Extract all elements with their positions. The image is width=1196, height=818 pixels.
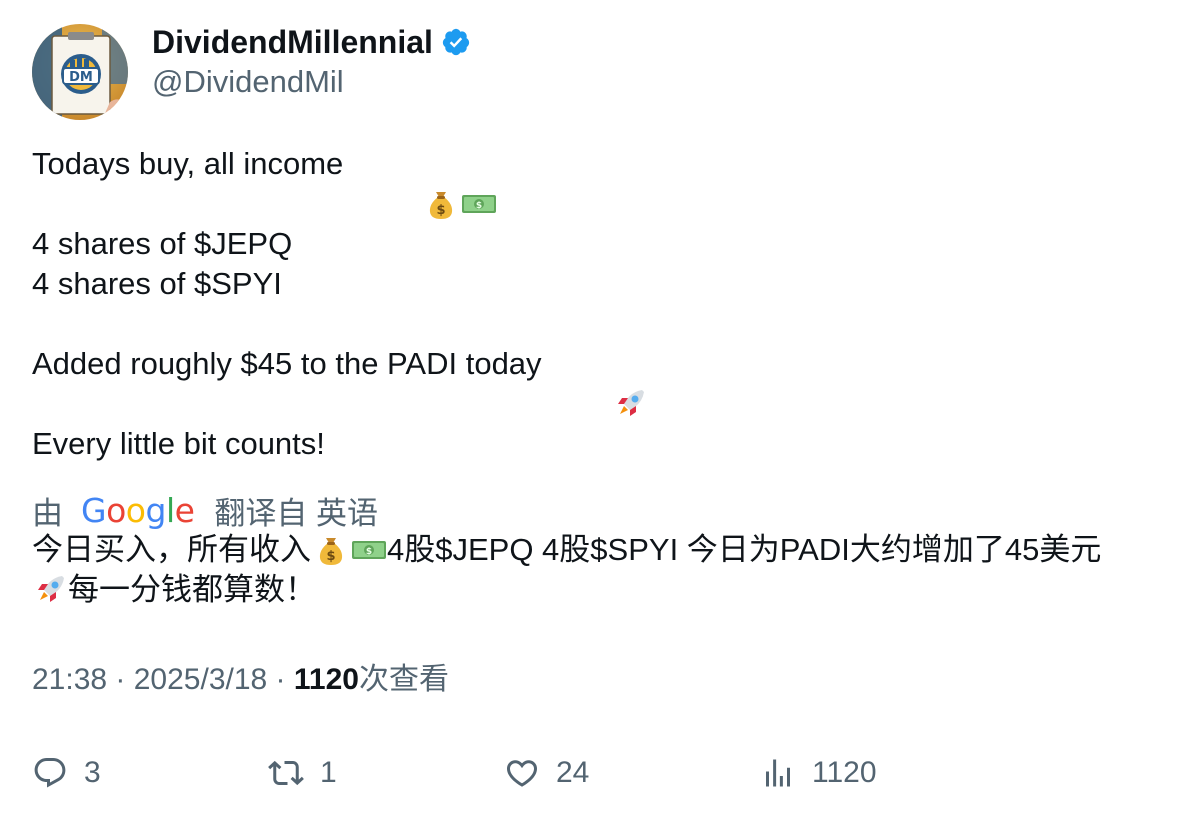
tweet: DM DividendMillennial @DividendMil Today…: [32, 24, 1172, 700]
svg-text:$: $: [366, 547, 372, 557]
translated-line-1: 今日买入，所有收入 $ $ 4股$JEPQ 4股$SPYI 今日为PADI大约增…: [32, 530, 1172, 570]
rocket-emoji: [544, 346, 645, 416]
dollar-banknote-emoji: $: [392, 146, 496, 213]
translated-text: 今日买入，所有收入 $ $ 4股$JEPQ 4股$SPYI 今日为PADI大约增…: [32, 530, 1172, 610]
views-count: 1120: [293, 663, 359, 696]
translated-from-link[interactable]: 翻译自 英语: [214, 488, 378, 533]
meta-separator: ·: [267, 663, 294, 696]
retweet-count: 1: [320, 756, 337, 789]
translated-text-part2: 4股$JEPQ 4股$SPYI 今日为PADI大约增加了45美元: [387, 532, 1102, 567]
tweet-time[interactable]: 21:38: [32, 660, 107, 700]
tweet-line-1: Todays buy, all income $ $: [32, 144, 1172, 219]
tweet-meta: 21:38 · 2025/3/18 · 1120 次查看: [32, 660, 1172, 700]
tweet-date[interactable]: 2025/3/18: [134, 660, 267, 700]
translation-attribution: 由 Google 翻译自 英语: [32, 488, 1172, 533]
like-count: 24: [556, 756, 590, 789]
avatar[interactable]: DM: [32, 24, 128, 120]
svg-text:$: $: [326, 549, 335, 564]
meta-separator: ·: [107, 663, 134, 696]
money-bag-emoji: $: [354, 146, 452, 219]
money-bag-emoji: $: [313, 532, 349, 568]
tweet-line-4: Added roughly $45 to the PADI today: [32, 344, 1172, 416]
views-button[interactable]: 1120: [760, 755, 877, 791]
display-name-row: DividendMillennial: [152, 24, 471, 60]
display-name[interactable]: DividendMillennial: [152, 24, 433, 60]
author-handle[interactable]: @DividendMil: [152, 60, 471, 104]
translated-text-part1: 今日买入，所有收入: [32, 532, 311, 567]
rocket-emoji: [32, 572, 68, 608]
views-action-count: 1120: [812, 756, 877, 789]
tweet-line-5: Every little bit counts!: [32, 424, 1172, 464]
translated-line-2: 每一分钱都算数！: [32, 570, 1172, 610]
author-names: DividendMillennial @DividendMil: [152, 24, 471, 104]
heart-icon: [506, 760, 538, 787]
reply-button[interactable]: 3: [32, 755, 101, 791]
tweet-line-1-text: Todays buy, all income: [32, 146, 352, 181]
avatar-initials: DM: [69, 70, 93, 85]
tweet-text: Todays buy, all income $ $ 4 shares of $…: [32, 144, 1172, 464]
retweet-icon: [268, 760, 304, 786]
like-button[interactable]: 24: [504, 755, 589, 791]
tweet-line-5-text: Every little bit counts!: [32, 426, 325, 461]
tweet-header: DM DividendMillennial @DividendMil: [32, 24, 1172, 120]
views-label: 次查看: [358, 663, 449, 696]
tweet-line-4-text: Added roughly $45 to the PADI today: [32, 346, 542, 381]
tweet-actions: 3 1 24 1120: [32, 748, 1172, 798]
google-logo: Google: [81, 490, 195, 530]
reply-icon: [34, 758, 66, 788]
avatar-image: DM: [32, 24, 128, 120]
svg-text:$: $: [476, 201, 482, 211]
dollar-banknote-emoji: $: [351, 532, 387, 568]
retweet-button[interactable]: 1: [268, 755, 337, 791]
tweet-line-2: 4 shares of $JEPQ: [32, 224, 1172, 264]
tweet-line-2-text: 4 shares of $JEPQ: [32, 226, 293, 261]
tweet-line-3-text: 4 shares of $SPYI: [32, 266, 282, 301]
tweet-line-3: 4 shares of $SPYI: [32, 264, 1172, 304]
analytics-icon: [766, 759, 790, 787]
reply-count: 3: [84, 756, 101, 789]
translated-by-label: 由: [32, 495, 63, 531]
verified-badge-icon[interactable]: [441, 27, 471, 57]
translated-text-part3: 每一分钱都算数！: [68, 572, 316, 607]
